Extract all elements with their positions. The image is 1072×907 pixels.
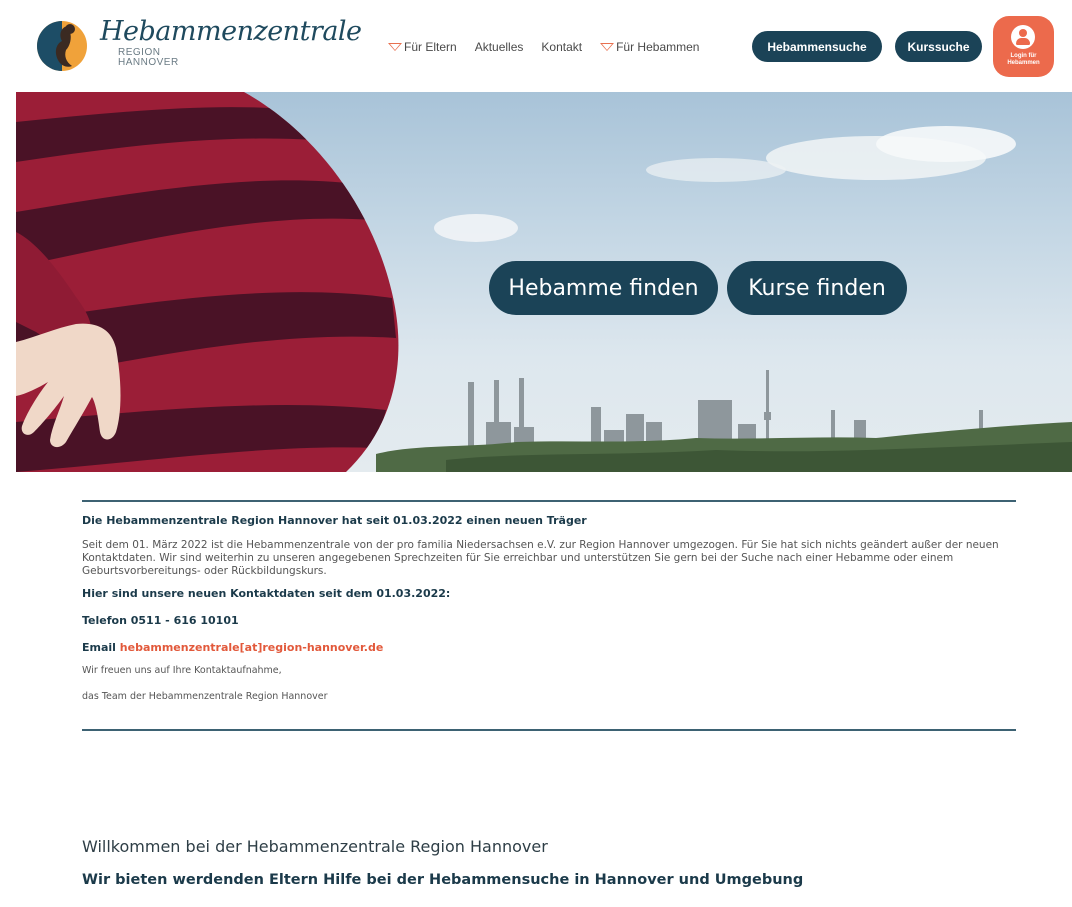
email-link[interactable]: hebammenzentrale[at]region-hannover.de <box>120 641 384 654</box>
find-courses-button[interactable]: Kurse finden <box>727 261 907 315</box>
phone-line: Telefon 0511 - 616 10101 <box>82 614 239 627</box>
signature-text: das Team der Hebammenzentrale Region Han… <box>82 691 328 702</box>
site-header: Hebammenzentrale REGION HANNOVER Für Elt… <box>0 0 1072 91</box>
hebammensuche-button[interactable]: Hebammensuche <box>752 31 882 62</box>
login-hebammen-button[interactable]: Login für Hebammen <box>993 16 1054 77</box>
nav-item-fuer-eltern[interactable]: Für Eltern <box>388 40 457 54</box>
news-section: Die Hebammenzentrale Region Hannover hat… <box>82 500 1016 731</box>
dropdown-triangle-icon <box>388 43 402 51</box>
site-logo[interactable]: Hebammenzentrale REGION HANNOVER <box>34 14 362 76</box>
news-title: Die Hebammenzentrale Region Hannover hat… <box>82 514 587 527</box>
logo-emblem-icon <box>37 21 87 71</box>
hero-banner: Hebamme finden Kurse finden <box>16 92 1072 472</box>
nav-item-fuer-hebammen[interactable]: Für Hebammen <box>600 40 699 54</box>
divider-top <box>82 500 1016 502</box>
nav-item-aktuelles[interactable]: Aktuelles <box>475 40 524 54</box>
email-line: Email hebammenzentrale[at]region-hannove… <box>82 641 384 654</box>
welcome-subheading: Wir bieten werdenden Eltern Hilfe bei de… <box>82 872 804 888</box>
logo-region-text: REGION HANNOVER <box>118 47 179 68</box>
login-label: Login für Hebammen <box>1007 53 1040 66</box>
find-midwife-button[interactable]: Hebamme finden <box>489 261 718 315</box>
page: Hebammenzentrale REGION HANNOVER Für Elt… <box>0 0 1072 907</box>
contact-heading: Hier sind unsere neuen Kontaktdaten seit… <box>82 587 451 600</box>
user-icon <box>1011 25 1035 49</box>
main-nav: Für Eltern Aktuelles Kontakt Für Hebamme… <box>388 38 717 56</box>
logo-wordmark: Hebammenzentrale <box>100 16 362 47</box>
kurssuche-button[interactable]: Kurssuche <box>895 31 982 62</box>
news-body: Seit dem 01. März 2022 ist die Hebammenz… <box>82 539 999 577</box>
closing-text: Wir freuen uns auf Ihre Kontaktaufnahme, <box>82 665 282 676</box>
dropdown-triangle-icon <box>600 43 615 51</box>
nav-item-kontakt[interactable]: Kontakt <box>541 40 582 54</box>
divider-bottom <box>82 729 1016 731</box>
welcome-heading: Willkommen bei der Hebammenzentrale Regi… <box>82 837 548 856</box>
